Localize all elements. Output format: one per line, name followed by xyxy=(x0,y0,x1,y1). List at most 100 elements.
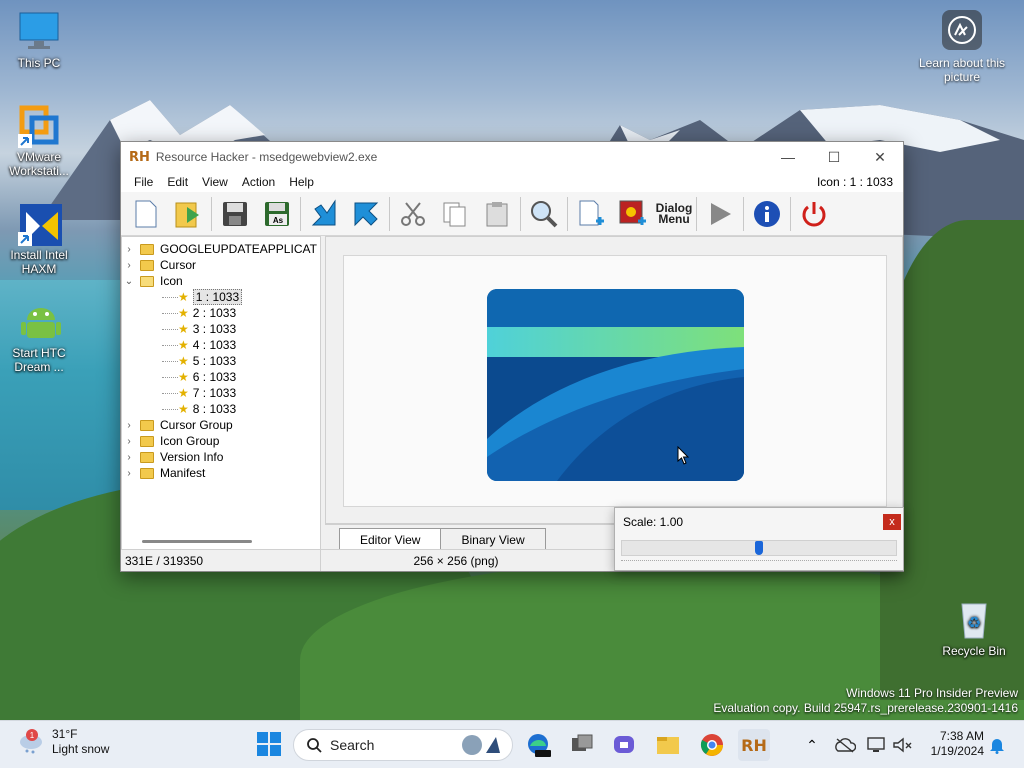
maximize-button[interactable]: ☐ xyxy=(811,142,857,172)
star-icon: ★ xyxy=(178,386,189,400)
taskbar-file-explorer[interactable] xyxy=(652,729,684,761)
svg-text:♻: ♻ xyxy=(967,613,981,632)
resource-tree[interactable]: › GOOGLEUPDATEAPPLICAT › Cursor ⌄ Icon ★ 1 :… xyxy=(121,236,321,550)
minimize-icon: — xyxy=(781,149,795,165)
weather-temp: 31°F xyxy=(52,727,78,741)
export-button[interactable] xyxy=(347,195,385,233)
copy-button[interactable] xyxy=(436,195,474,233)
new-button[interactable] xyxy=(127,195,165,233)
exit-button[interactable] xyxy=(795,195,833,233)
star-icon: ★ xyxy=(178,290,189,304)
add-resource-button[interactable] xyxy=(572,195,610,233)
scissors-icon xyxy=(401,201,425,226)
desktop-icon-recycle-bin[interactable]: ♻ Recycle Bin xyxy=(938,598,1010,658)
open-button[interactable] xyxy=(169,195,207,233)
chevron-down-icon: ⌄ xyxy=(124,275,134,287)
folder-icon xyxy=(657,737,679,754)
add-dialog-menu-button[interactable]: Dialog Menu xyxy=(655,195,693,233)
desktop-icon-label: Install Intel HAXM xyxy=(10,248,68,276)
menu-file[interactable]: File xyxy=(127,175,160,189)
resource-viewer xyxy=(325,236,903,524)
weather-badge: 1 xyxy=(30,731,35,740)
play-icon xyxy=(711,202,731,225)
about-button[interactable] xyxy=(748,195,786,233)
menu-action[interactable]: Action xyxy=(235,175,282,189)
maximize-icon: ☐ xyxy=(827,148,841,165)
tree-item[interactable]: › Cursor Group xyxy=(122,417,320,433)
search-box[interactable]: Search xyxy=(293,729,513,761)
close-button[interactable]: ✕ xyxy=(857,142,903,172)
find-button[interactable] xyxy=(525,195,563,233)
notification-button[interactable] xyxy=(986,729,1008,761)
new-file-icon xyxy=(135,200,157,227)
desktop-icon-this-pc[interactable]: This PC xyxy=(3,10,75,70)
taskbar-edge-beta[interactable] xyxy=(522,729,554,761)
tree-item[interactable]: › Cursor xyxy=(122,257,320,273)
tree-item-icon-7[interactable]: ★ 7 : 1033 xyxy=(122,385,320,401)
taskbar-teams[interactable] xyxy=(608,729,640,761)
desktop-icon-haxm[interactable]: Install Intel HAXM xyxy=(3,202,75,276)
menu-view[interactable]: View xyxy=(195,175,235,189)
chevron-right-icon: › xyxy=(127,467,131,479)
tree-item-icon-3[interactable]: ★ 3 : 1033 xyxy=(122,321,320,337)
tree-item-icon-4[interactable]: ★ 4 : 1033 xyxy=(122,337,320,353)
tab-editor-view[interactable]: Editor View xyxy=(339,528,442,550)
tray-onedrive[interactable] xyxy=(832,729,858,761)
taskbar-task-view[interactable] xyxy=(566,729,598,761)
tree-item-icon-5[interactable]: ★ 5 : 1033 xyxy=(122,353,320,369)
dialog-menu-icon: Dialog Menu xyxy=(655,200,693,226)
save-as-button[interactable]: As xyxy=(258,195,296,233)
tree-label: Cursor xyxy=(160,258,197,272)
horizontal-scrollbar[interactable] xyxy=(142,540,252,543)
toolbar: As Dialog Menu xyxy=(121,192,903,236)
clock[interactable]: 7:38 AM 1/19/2024 xyxy=(931,729,984,759)
taskbar-resource-hacker[interactable]: RH xyxy=(738,729,770,761)
weather-widget[interactable]: 1 31°F Light snow xyxy=(18,727,109,757)
tree-item[interactable]: › Manifest xyxy=(122,465,320,481)
tree-item-icon-6[interactable]: ★ 6 : 1033 xyxy=(122,369,320,385)
search-highlight-icon xyxy=(462,735,500,755)
desktop-icon-htc-dream[interactable]: Start HTC Dream ... xyxy=(3,300,75,374)
tray-volume[interactable] xyxy=(890,729,916,761)
slider-ticks xyxy=(621,560,897,564)
tree-item[interactable]: › GOOGLEUPDATEAPPLICAT xyxy=(122,241,320,257)
current-resource-label: Icon : 1 : 1033 xyxy=(816,175,893,189)
tray-overflow-button[interactable]: ⌃ xyxy=(800,729,824,761)
title-bar[interactable]: RH Resource Hacker - msedgewebview2.exe … xyxy=(121,142,903,172)
close-icon: x xyxy=(889,516,895,528)
scale-close-button[interactable]: x xyxy=(883,514,901,530)
desktop-icon-vmware[interactable]: VMware Workstati... xyxy=(3,104,75,178)
arrow-up-right-icon xyxy=(354,202,379,226)
tree-label: GOOGLEUPDATEAPPLICAT xyxy=(160,242,317,256)
learn-about-picture[interactable]: Learn about this picture xyxy=(914,10,1010,84)
cut-button[interactable] xyxy=(394,195,432,233)
tree-item[interactable]: › Version Info xyxy=(122,449,320,465)
tray-network[interactable] xyxy=(864,729,890,761)
star-icon: ★ xyxy=(178,338,189,352)
slider-thumb[interactable] xyxy=(755,541,763,555)
start-button[interactable] xyxy=(256,731,282,757)
tab-binary-view[interactable]: Binary View xyxy=(441,528,546,550)
android-icon xyxy=(18,300,61,342)
icon-preview-image xyxy=(487,289,744,481)
minimize-button[interactable]: — xyxy=(765,142,811,172)
taskbar-chrome[interactable] xyxy=(696,729,728,761)
open-folder-icon xyxy=(140,275,154,287)
compile-button[interactable] xyxy=(305,195,343,233)
folder-icon xyxy=(140,243,154,255)
task-view-icon xyxy=(572,734,593,751)
search-label: Search xyxy=(330,737,375,753)
magnifier-icon xyxy=(531,200,558,227)
menu-help[interactable]: Help xyxy=(282,175,321,189)
save-button[interactable] xyxy=(216,195,254,233)
tree-item-icon-folder[interactable]: ⌄ Icon xyxy=(122,273,320,289)
tree-item-icon-1[interactable]: ★ 1 : 1033 xyxy=(122,289,320,305)
tree-item-icon-8[interactable]: ★ 8 : 1033 xyxy=(122,401,320,417)
run-script-button[interactable] xyxy=(701,195,739,233)
menu-edit[interactable]: Edit xyxy=(160,175,195,189)
paste-button[interactable] xyxy=(478,195,516,233)
tree-item[interactable]: › Icon Group xyxy=(122,433,320,449)
tree-item-icon-2[interactable]: ★ 2 : 1033 xyxy=(122,305,320,321)
add-image-button[interactable] xyxy=(614,195,652,233)
scale-slider[interactable] xyxy=(621,540,897,556)
